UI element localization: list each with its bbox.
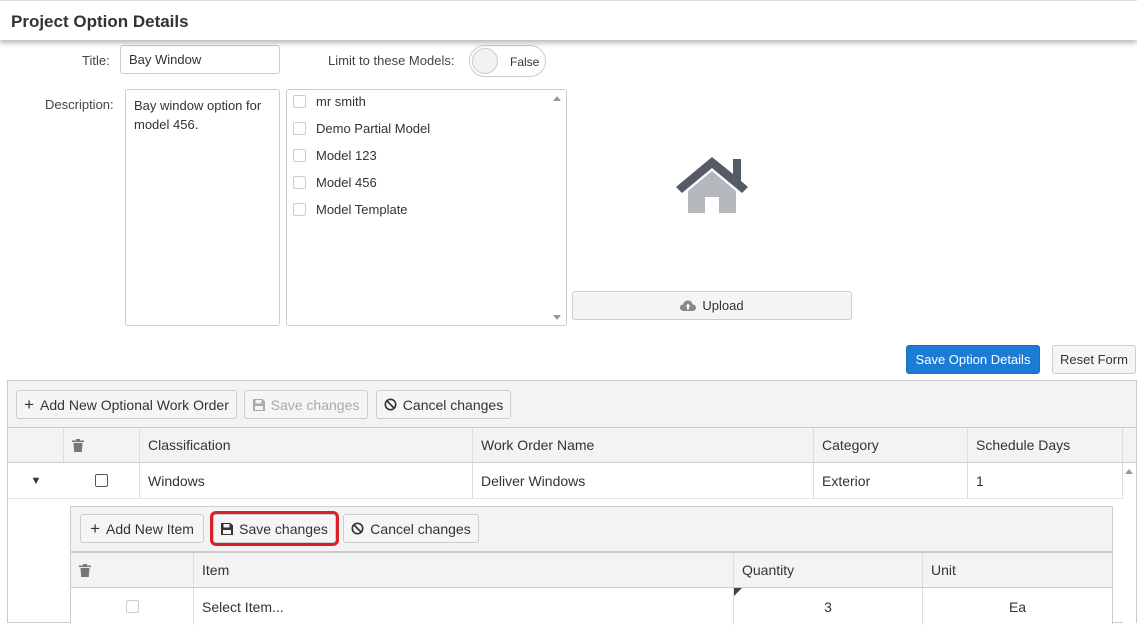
model-checkbox[interactable]: [293, 175, 306, 189]
row-checkbox[interactable]: [95, 474, 108, 487]
cancel-items-button[interactable]: Cancel changes: [343, 514, 479, 543]
grid-scrollbar[interactable]: [1123, 463, 1136, 624]
model-label: Model 456: [316, 174, 377, 190]
model-checkbox[interactable]: [293, 148, 306, 162]
save-option-details-button[interactable]: Save Option Details: [906, 345, 1040, 374]
delete-column-header: [64, 428, 140, 462]
list-item[interactable]: Model 123: [293, 145, 377, 165]
model-label: Demo Partial Model: [316, 120, 431, 136]
cloud-upload-icon: [680, 300, 697, 312]
model-checkbox[interactable]: [293, 202, 306, 216]
row-select-cell[interactable]: [64, 463, 140, 498]
dirty-cell-indicator: [734, 588, 742, 596]
page-title: Project Option Details: [11, 12, 189, 31]
quantity-cell[interactable]: 3: [734, 588, 923, 625]
caret-down-icon[interactable]: ▼: [31, 475, 42, 487]
column-header[interactable]: Unit: [923, 553, 1112, 587]
floppy-disk-icon: [221, 522, 234, 535]
cancel-icon: [384, 398, 397, 411]
upload-button[interactable]: Upload: [572, 291, 852, 320]
cancel-items-label: Cancel changes: [370, 520, 471, 537]
title-input[interactable]: Bay Window: [120, 45, 280, 74]
toggle-knob: [472, 48, 498, 74]
page-header: Project Option Details: [0, 0, 1137, 40]
column-header[interactable]: Category: [814, 428, 968, 462]
work-order-name-cell[interactable]: Deliver Windows: [473, 463, 814, 498]
work-orders-header-row: Classification Work Order Name Category …: [8, 428, 1136, 463]
model-label: mr smith: [316, 93, 366, 109]
row-select-cell[interactable]: [71, 588, 194, 625]
models-listbox[interactable]: mr smith Demo Partial Model Model 123 Mo…: [286, 89, 567, 326]
limit-models-label: Limit to these Models:: [328, 53, 455, 68]
save-items-button[interactable]: Save changes: [210, 511, 339, 546]
column-header[interactable]: Work Order Name: [473, 428, 814, 462]
reset-form-button[interactable]: Reset Form: [1052, 345, 1136, 374]
column-header[interactable]: Item: [194, 553, 734, 587]
plus-icon: +: [90, 518, 100, 538]
schedule-days-cell[interactable]: 1: [968, 463, 1123, 498]
classification-cell[interactable]: Windows: [140, 463, 473, 498]
add-work-order-button[interactable]: + Add New Optional Work Order: [16, 390, 237, 419]
delete-column-header: [71, 553, 194, 587]
model-checkbox[interactable]: [293, 121, 306, 135]
expand-toggle[interactable]: ▼: [8, 463, 64, 498]
title-label: Title:: [82, 53, 110, 68]
work-orders-toolbar: + Add New Optional Work Order Save chang…: [8, 381, 1136, 428]
unit-cell[interactable]: Ea: [923, 588, 1112, 625]
items-header-row: Item Quantity Unit: [71, 552, 1112, 588]
scroll-down-icon[interactable]: [553, 315, 561, 320]
column-header[interactable]: Quantity: [734, 553, 923, 587]
list-item[interactable]: Model 456: [293, 172, 377, 192]
category-cell[interactable]: Exterior: [814, 463, 968, 498]
cancel-work-orders-button[interactable]: Cancel changes: [376, 390, 511, 419]
scroll-up-icon[interactable]: [1125, 469, 1133, 474]
save-work-orders-label: Save changes: [270, 396, 360, 413]
description-label: Description:: [45, 97, 114, 112]
add-work-order-label: Add New Optional Work Order: [40, 396, 229, 413]
items-detail-grid: + Add New Item Save changes Cancel chang…: [70, 506, 1113, 625]
description-textarea[interactable]: Bay window option for model 456.: [125, 89, 280, 326]
column-header[interactable]: Schedule Days: [968, 428, 1123, 462]
listbox-scrollbar[interactable]: [550, 91, 565, 324]
list-item[interactable]: Demo Partial Model: [293, 118, 430, 138]
items-toolbar: + Add New Item Save changes Cancel chang…: [71, 507, 1112, 552]
model-checkbox[interactable]: [293, 94, 306, 108]
model-label: Model 123: [316, 147, 377, 163]
add-item-label: Add New Item: [106, 520, 194, 537]
save-work-orders-button[interactable]: Save changes: [244, 390, 368, 419]
house-icon: [674, 155, 750, 215]
row-checkbox[interactable]: [125, 600, 139, 613]
scroll-up-icon[interactable]: [553, 96, 561, 101]
list-item[interactable]: Model Template: [293, 199, 408, 219]
upload-label: Upload: [702, 298, 744, 313]
toggle-value: False: [510, 55, 540, 69]
model-label: Model Template: [316, 201, 408, 217]
trash-icon: [79, 563, 91, 577]
expand-column-header: [8, 428, 64, 462]
column-header[interactable]: Classification: [140, 428, 473, 462]
floppy-disk-icon: [252, 398, 265, 411]
work-orders-grid: + Add New Optional Work Order Save chang…: [7, 380, 1137, 625]
item-select-cell[interactable]: Select Item...: [194, 588, 734, 625]
table-row[interactable]: ▼ Windows Deliver Windows Exterior 1: [8, 463, 1123, 499]
limit-models-toggle[interactable]: False: [469, 45, 546, 77]
trash-icon: [72, 438, 84, 452]
table-row[interactable]: Select Item... 3 Ea: [71, 588, 1112, 625]
list-item[interactable]: mr smith: [293, 91, 366, 111]
cancel-work-orders-label: Cancel changes: [402, 396, 504, 413]
quantity-value: 3: [824, 598, 832, 615]
add-item-button[interactable]: + Add New Item: [80, 514, 204, 543]
save-items-label: Save changes: [239, 520, 328, 537]
plus-icon: +: [24, 394, 35, 414]
cancel-icon: [351, 522, 364, 535]
